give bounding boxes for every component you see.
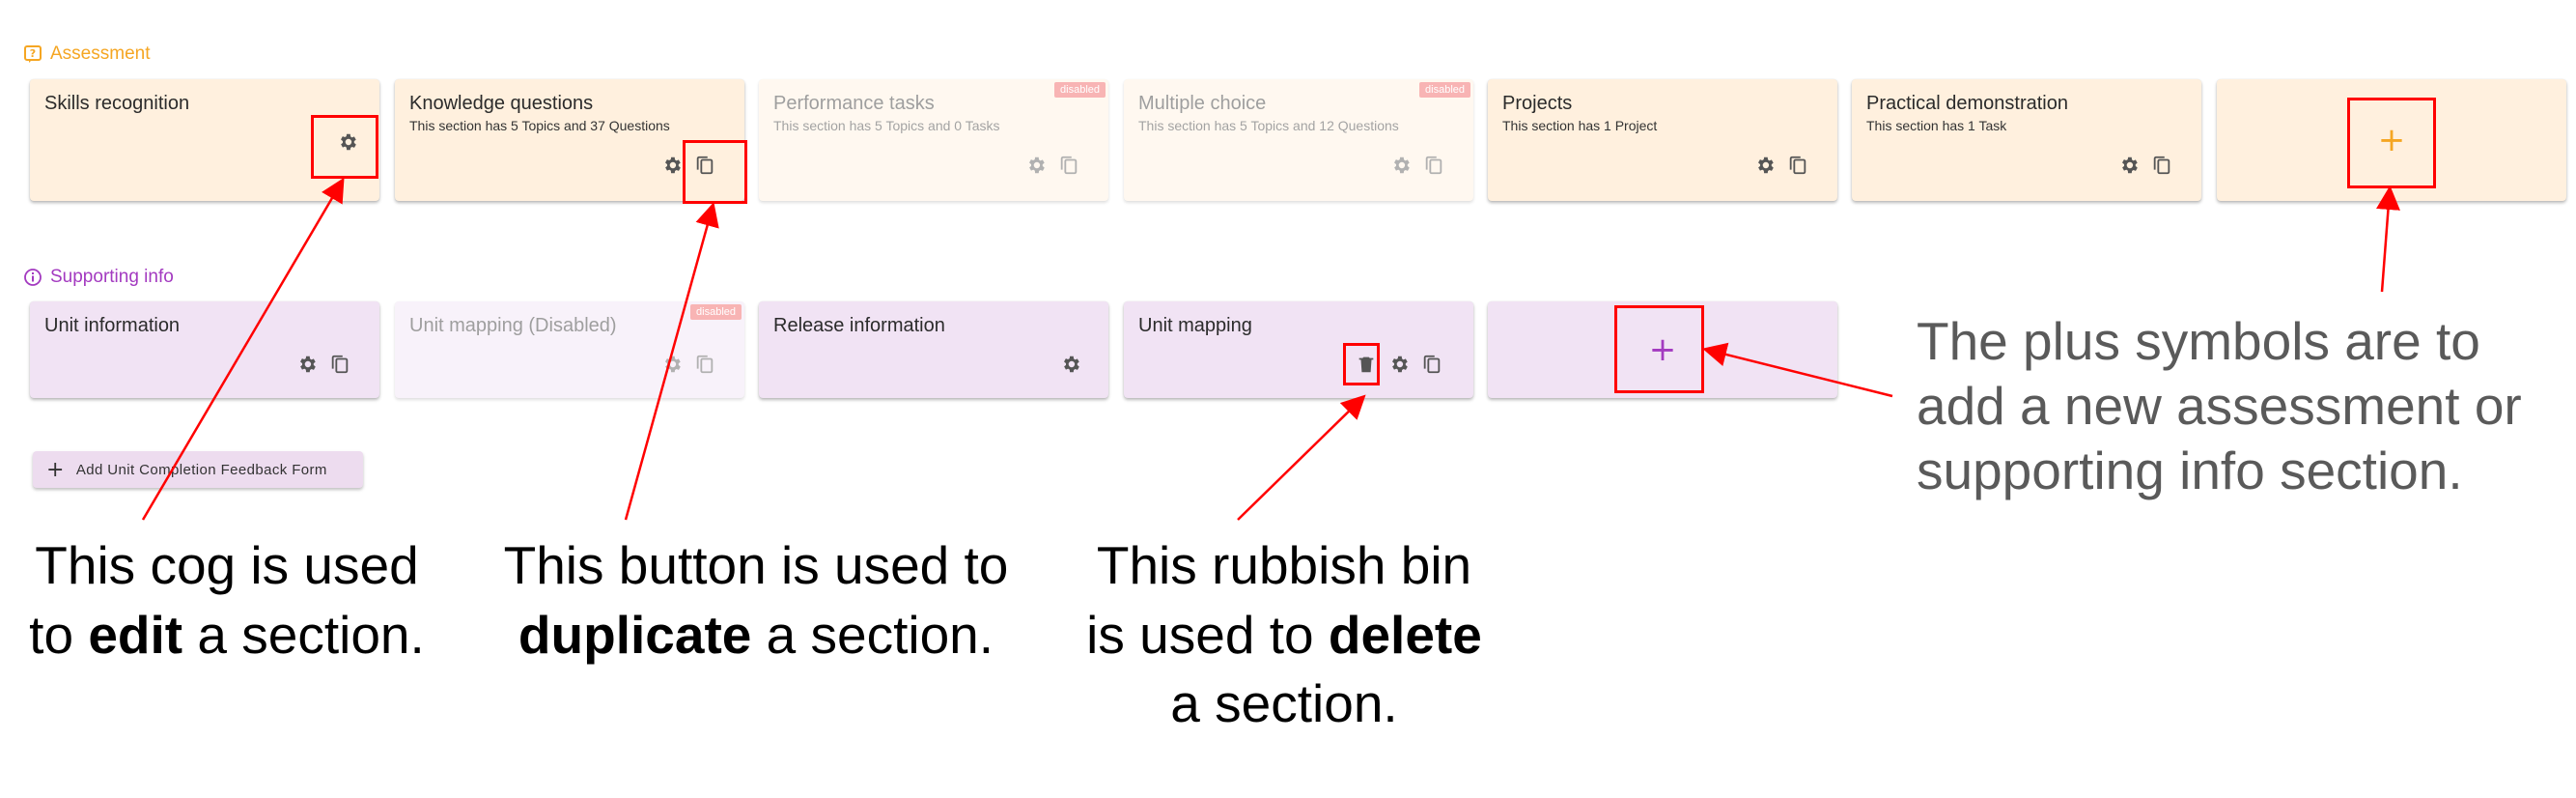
disabled-badge: disabled: [1419, 82, 1470, 98]
annotation-duplicate: This button is used to duplicate a secti…: [471, 531, 1041, 670]
annotation-duplicate-line1: This button is used to: [503, 535, 1009, 595]
card-title: Unit information: [44, 315, 181, 336]
disabled-badge: disabled: [690, 304, 742, 320]
cog-icon[interactable]: [1390, 155, 1412, 176]
supporting-section-title: Supporting info: [23, 267, 174, 288]
card-title: Practical demonstration: [1866, 93, 2068, 114]
assessment-card-practical-demonstration[interactable]: Practical demonstration This section has…: [1852, 79, 2201, 201]
duplicate-icon[interactable]: [694, 354, 715, 375]
supporting-title-label: Supporting info: [50, 267, 174, 287]
annotation-edit-prefix: to: [29, 604, 89, 665]
disabled-badge: disabled: [1054, 82, 1106, 98]
assessment-card-multiple-choice[interactable]: disabled Multiple choice This section ha…: [1124, 79, 1473, 201]
annotation-edit-suffix: a section.: [182, 604, 425, 665]
annotation-duplicate-suffix: a section.: [751, 604, 994, 665]
duplicate-icon[interactable]: [1058, 155, 1079, 176]
card-subtitle: This section has 5 Topics and 0 Tasks: [773, 118, 1000, 133]
highlight-box-add-supporting: [1614, 305, 1704, 393]
assessment-card-performance-tasks[interactable]: disabled Performance tasks This section …: [759, 79, 1108, 201]
info-icon: [23, 268, 42, 287]
annotation-delete-line1: This rubbish bin: [1096, 535, 1472, 595]
plus-icon: +: [46, 457, 65, 482]
card-subtitle: This section has 1 Task: [1866, 118, 2007, 133]
cog-icon[interactable]: [1754, 155, 1776, 176]
supporting-card-release-information[interactable]: Release information: [759, 301, 1108, 398]
highlight-box-add-assessment: [2347, 98, 2436, 188]
supporting-card-unit-mapping-disabled[interactable]: disabled Unit mapping (Disabled): [395, 301, 744, 398]
card-subtitle: This section has 5 Topics and 12 Questio…: [1138, 118, 1399, 133]
highlight-box-cog: [311, 115, 378, 179]
annotation-plus-line2: add a new assessment or: [1917, 376, 2522, 437]
highlight-box-trash: [1343, 343, 1380, 385]
annotation-edit: This cog is used to edit a section.: [0, 531, 454, 670]
card-title: Unit mapping: [1138, 315, 1252, 336]
assessment-title-label: Assessment: [50, 43, 151, 64]
cog-icon[interactable]: [661, 155, 683, 176]
cog-icon[interactable]: [1060, 354, 1081, 375]
annotation-plus: The plus symbols are to add a new assess…: [1917, 309, 2544, 503]
annotation-duplicate-line2: duplicate a section.: [471, 601, 1041, 670]
annotation-edit-bold: edit: [88, 604, 183, 665]
annotation-edit-line1: This cog is used: [35, 535, 419, 595]
add-feedback-form-button[interactable]: + Add Unit Completion Feedback Form: [33, 451, 363, 488]
annotation-delete: This rubbish bin is used to delete a sec…: [1052, 531, 1516, 739]
arrow-to-add-assessment: [2376, 185, 2400, 293]
annotation-delete-line3: a section.: [1170, 673, 1398, 733]
annotation-plus-line1: The plus symbols are to: [1917, 311, 2480, 371]
supporting-card-unit-mapping[interactable]: Unit mapping: [1124, 301, 1473, 398]
duplicate-icon[interactable]: [1423, 155, 1444, 176]
assessment-card-projects[interactable]: Projects This section has 1 Project: [1488, 79, 1837, 201]
cog-icon[interactable]: [661, 354, 683, 375]
cog-icon[interactable]: [2118, 155, 2140, 176]
assessment-icon: ?: [23, 44, 42, 64]
annotation-delete-bold: delete: [1328, 604, 1482, 665]
annotation-delete-line2: is used to delete: [1052, 601, 1516, 670]
svg-text:?: ?: [30, 47, 36, 60]
arrow-to-trash: [1237, 394, 1366, 521]
duplicate-icon[interactable]: [1787, 155, 1808, 176]
highlight-box-duplicate: [683, 140, 747, 204]
card-title: Skills recognition: [44, 93, 190, 114]
annotation-duplicate-bold: duplicate: [518, 604, 752, 665]
duplicate-icon[interactable]: [1421, 354, 1442, 375]
annotation-delete-prefix: is used to: [1086, 604, 1329, 665]
annotation-edit-line2: to edit a section.: [0, 601, 454, 670]
annotation-plus-line3: supporting info section.: [1917, 441, 2463, 501]
card-title: Projects: [1502, 93, 1573, 114]
add-feedback-form-label: Add Unit Completion Feedback Form: [75, 461, 327, 478]
card-subtitle: This section has 1 Project: [1502, 118, 1658, 133]
cog-icon[interactable]: [1025, 155, 1047, 176]
assessment-section-title: ? Assessment: [23, 43, 150, 65]
duplicate-icon[interactable]: [329, 354, 350, 375]
duplicate-icon[interactable]: [2151, 155, 2172, 176]
card-title: Release information: [773, 315, 945, 336]
cog-icon[interactable]: [296, 354, 318, 375]
card-subtitle: This section has 5 Topics and 37 Questio…: [409, 118, 670, 133]
card-title: Knowledge questions: [409, 93, 594, 114]
supporting-card-unit-information[interactable]: Unit information: [30, 301, 379, 398]
cog-icon[interactable]: [1388, 354, 1410, 375]
